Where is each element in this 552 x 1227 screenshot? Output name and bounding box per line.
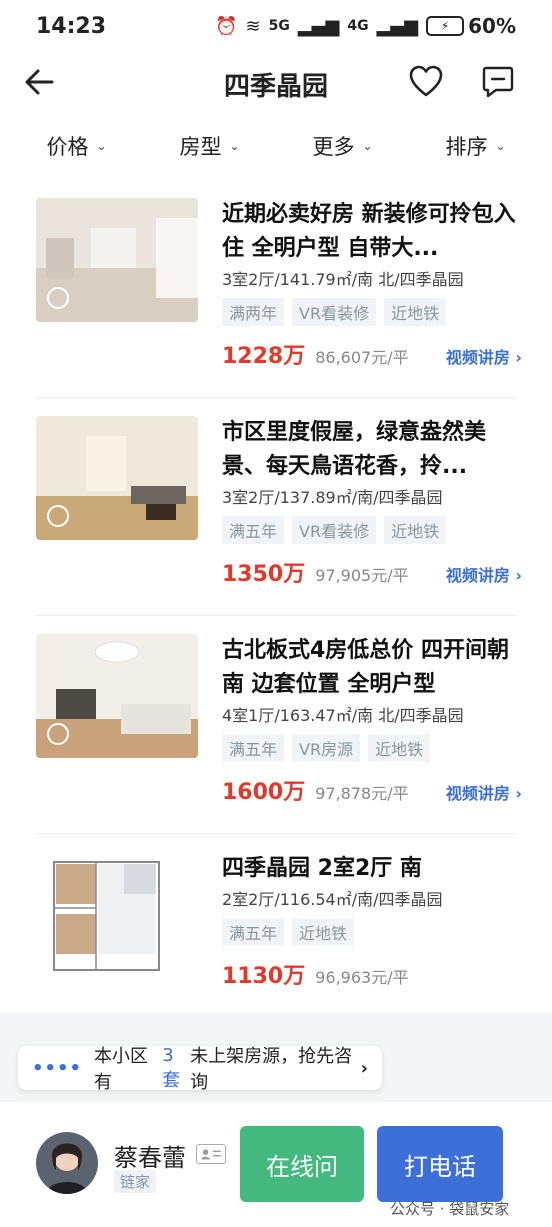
listing-title: 四季晶园 2室2厅 南	[222, 856, 422, 881]
listing-tag: VR房源	[292, 734, 361, 762]
video-tour-link[interactable]: 视频讲房 ›	[446, 562, 522, 586]
filter-price[interactable]: 价格 ⌄	[46, 126, 106, 166]
total-price: 1350万	[222, 562, 306, 587]
price-row: 1228万 86,607元/平 视频讲房 ›	[222, 338, 522, 370]
unlisted-consult-banner[interactable]: •••• 本小区有 3套 未上架房源，抢先咨询 ›	[18, 1044, 382, 1093]
filter-label: 价格	[46, 135, 89, 159]
agent-company-badge: 链家	[114, 1170, 157, 1193]
alarm-icon: ⏰	[215, 15, 238, 37]
consult-count: 3套	[162, 1044, 181, 1091]
battery-percent: 60%	[468, 14, 516, 38]
favorite-heart-icon[interactable]	[408, 64, 444, 100]
agent-avatar[interactable]	[36, 1132, 98, 1194]
listing-tags: 满两年 VR看装修 近地铁	[222, 298, 522, 326]
online-chat-button[interactable]: 在线问	[240, 1126, 364, 1202]
listing-info: 古北板式4房低总价 四开间朝南 边套位置 全明户型 4室1厅/163.47㎡/南…	[222, 634, 522, 806]
call-button[interactable]: 打电话	[377, 1126, 503, 1202]
signal-bars-icon: ▂▄▆	[297, 15, 340, 37]
listing-meta: 3室2厅/141.79㎡/南 北/四季晶园	[222, 270, 464, 289]
total-price: 1600万	[222, 780, 306, 805]
chevron-down-icon: ⌄	[229, 139, 240, 153]
chevron-down-icon: ⌄	[495, 139, 506, 153]
floorplan-image	[36, 852, 198, 976]
chevron-down-icon: ⌄	[362, 139, 373, 153]
signal-bars-icon: ▂▄▆	[376, 15, 419, 37]
total-price: 1228万	[222, 344, 306, 369]
listing-photo	[36, 198, 198, 322]
listing-tags: 满五年 VR看装修 近地铁	[222, 516, 522, 544]
chevron-down-icon: ⌄	[96, 139, 107, 153]
chevron-right-icon: ›	[360, 1057, 368, 1079]
total-price: 1130万	[222, 964, 306, 989]
filter-label: 房型	[179, 135, 222, 159]
listing-tags: 满五年 VR房源 近地铁	[222, 734, 522, 762]
listing-info: 市区里度假屋，绿意盎然美景、每天鳥语花香，拎... 3室2厅/137.89㎡/南…	[222, 416, 522, 588]
unit-price: 97,878元/平	[315, 784, 409, 803]
consult-prefix: 本小区有	[94, 1046, 149, 1093]
filter-label: 排序	[445, 135, 488, 159]
header: 四季晶园	[0, 52, 552, 114]
unit-price: 97,905元/平	[315, 566, 409, 585]
listing-meta: 4室1厅/163.47㎡/南 北/四季晶园	[222, 706, 464, 725]
listing-tag: 满五年	[222, 516, 285, 544]
filter-bar: 价格 ⌄ 房型 ⌄ 更多 ⌄ 排序 ⌄	[0, 126, 552, 166]
filter-label: 更多	[312, 135, 355, 159]
listing-tag: 满五年	[222, 734, 285, 762]
price-row: 1600万 97,878元/平 视频讲房 ›	[222, 774, 522, 806]
listing-tag: 近地铁	[384, 516, 447, 544]
listing-tag: 近地铁	[384, 298, 447, 326]
id-card-icon[interactable]	[196, 1144, 226, 1164]
status-bar: 14:23 ⏰ ≋ 5G ▂▄▆ 4G ▂▄▆ ⚡ 60%	[0, 0, 552, 52]
listing-tags: 满五年 近地铁	[222, 918, 522, 946]
listing-title: 古北板式4房低总价 四开间朝南 边套位置 全明户型	[222, 638, 509, 697]
listing-title: 市区里度假屋，绿意盎然美景、每天鳥语花香，拎...	[222, 420, 487, 479]
listing-item[interactable]: 近期必卖好房 新装修可拎包入住 全明户型 自带大... 3室2厅/141.79㎡…	[36, 180, 522, 398]
listing-title: 近期必卖好房 新装修可拎包入住 全明户型 自带大...	[222, 202, 516, 261]
listing-tag: 近地铁	[292, 918, 355, 946]
listing-meta: 2室2厅/116.54㎡/南/四季晶园	[222, 890, 443, 909]
price-row: 1350万 97,905元/平 视频讲房 ›	[222, 556, 522, 588]
watermark-text: 公众号 · 袋鼠安家	[390, 1200, 510, 1218]
listing-tag: 满两年	[222, 298, 285, 326]
listing-list: 近期必卖好房 新装修可拎包入住 全明户型 自带大... 3室2厅/141.79㎡…	[36, 180, 522, 1052]
filter-layout[interactable]: 房型 ⌄	[179, 126, 239, 166]
unit-price: 86,607元/平	[315, 348, 409, 367]
signal-5g-icon: 5G	[268, 18, 290, 34]
signal-4g-icon: 4G	[347, 18, 369, 34]
listing-info: 近期必卖好房 新装修可拎包入住 全明户型 自带大... 3室2厅/141.79㎡…	[222, 198, 522, 370]
listing-info: 四季晶园 2室2厅 南 2室2厅/116.54㎡/南/四季晶园 满五年 近地铁 …	[222, 852, 522, 990]
unit-price: 96,963元/平	[315, 968, 409, 987]
battery-indicator: ⚡ 60%	[426, 14, 516, 38]
agent-action-bar: 蔡春蕾 链家 在线问 打电话 公众号 · 袋鼠安家	[0, 1102, 552, 1227]
listing-tag: VR看装修	[292, 516, 377, 544]
listing-photo	[36, 416, 198, 540]
page-title: 四季晶园	[223, 72, 328, 102]
video-tour-link[interactable]: 视频讲房 ›	[446, 344, 522, 368]
dots-icon: ••••	[32, 1057, 83, 1079]
listing-item[interactable]: 市区里度假屋，绿意盎然美景、每天鳥语花香，拎... 3室2厅/137.89㎡/南…	[36, 398, 522, 616]
listing-tag: 近地铁	[368, 734, 431, 762]
listing-tag: VR看装修	[292, 298, 377, 326]
battery-icon: ⚡	[426, 16, 465, 36]
listing-tag: 满五年	[222, 918, 285, 946]
listing-photo	[36, 634, 198, 758]
listing-meta: 3室2厅/137.89㎡/南/四季晶园	[222, 488, 443, 507]
status-time: 14:23	[36, 13, 107, 39]
agent-name: 蔡春蕾	[114, 1144, 186, 1172]
consult-suffix: 未上架房源，抢先咨询	[190, 1046, 353, 1093]
status-icons: ⏰ ≋ 5G ▂▄▆ 4G ▂▄▆ ⚡ 60%	[215, 14, 516, 38]
wifi-icon: ≋	[245, 15, 261, 37]
filter-sort[interactable]: 排序 ⌄	[445, 126, 505, 166]
listing-item[interactable]: 古北板式4房低总价 四开间朝南 边套位置 全明户型 4室1厅/163.47㎡/南…	[36, 616, 522, 834]
filter-more[interactable]: 更多 ⌄	[312, 126, 372, 166]
video-tour-link[interactable]: 视频讲房 ›	[446, 780, 522, 804]
message-icon[interactable]	[480, 64, 516, 100]
price-row: 1130万 96,963元/平	[222, 958, 522, 990]
